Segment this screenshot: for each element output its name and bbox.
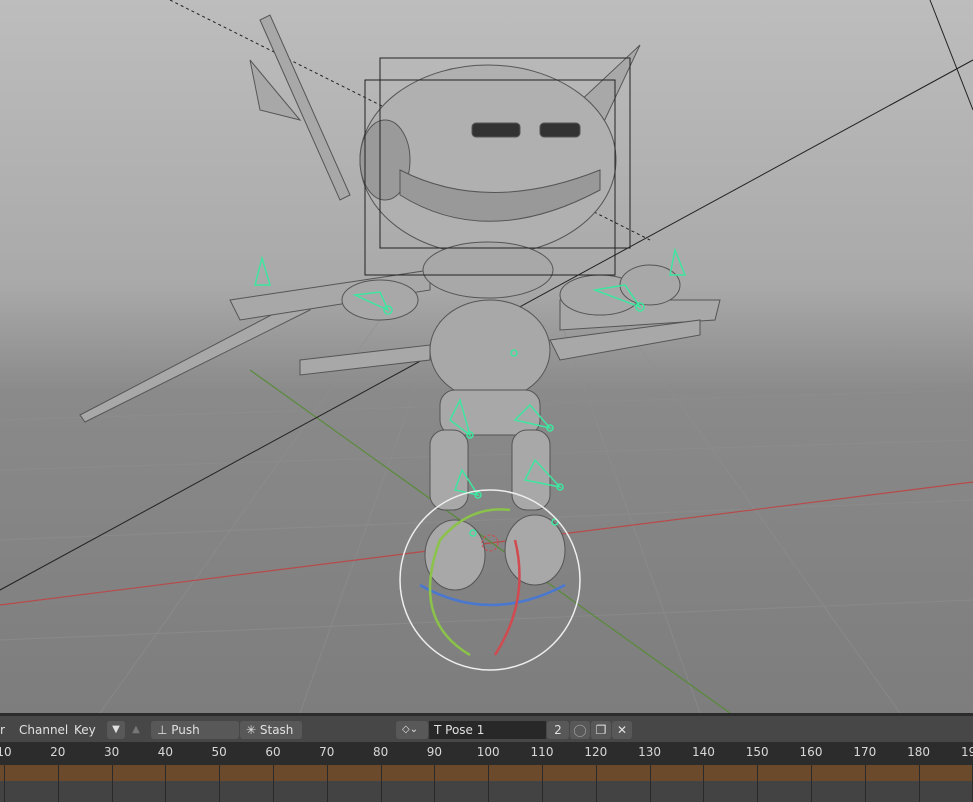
user-count[interactable]: 2 <box>547 721 569 739</box>
nla-header: r Channel Key ▼ ▲ ⊥ Push Down ✳ Stash ◇⌄… <box>0 713 973 755</box>
move-up-icon[interactable]: ▲ <box>129 721 143 739</box>
stash-button[interactable]: ✳ Stash <box>240 721 302 739</box>
frame-gridline <box>4 765 5 802</box>
frame-tick-label: 120 <box>584 745 608 759</box>
frame-tick-label: 150 <box>745 745 769 759</box>
frame-ruler[interactable]: 10 20 30 40 50 60 70 80 90 100 110 120 130 140 150 160 1… <box>0 742 973 765</box>
push-down-icon: ⊥ <box>157 723 172 737</box>
fake-user-shield-icon[interactable]: ◯ <box>570 721 590 739</box>
frame-gridline <box>542 765 543 802</box>
frame-tick-label: 130 <box>638 745 662 759</box>
frame-gridline <box>165 765 167 802</box>
x-axis-line <box>0 481 973 606</box>
frame-tick-label: 10 <box>0 745 12 759</box>
menu-key[interactable]: Key <box>74 721 96 739</box>
frame-gridline <box>434 765 436 802</box>
frame-gridline <box>918 765 920 802</box>
frame-gridline <box>111 765 113 802</box>
frame-tick-label: 30 <box>103 745 120 759</box>
action-strip[interactable] <box>0 765 973 781</box>
action-name-field[interactable]: T Pose 1 <box>429 721 546 739</box>
frame-tick-label: 20 <box>50 745 66 759</box>
move-down-icon[interactable]: ▼ <box>107 721 125 739</box>
frame-tick-label: 170 <box>853 745 877 759</box>
frame-gridline <box>757 765 759 802</box>
frame-tick-label: 50 <box>211 745 227 759</box>
action-browse-icon[interactable]: ◇⌄ <box>396 721 428 739</box>
menu-item[interactable]: r <box>0 721 5 739</box>
frame-tick-label: 190 <box>960 745 973 759</box>
nla-track-area[interactable] <box>0 781 973 802</box>
frame-gridline <box>649 765 651 802</box>
frame-gridline <box>595 765 597 802</box>
frame-gridline <box>326 765 328 802</box>
scene <box>0 0 973 713</box>
menu-channel[interactable]: Channel <box>19 721 68 739</box>
snowflake-icon: ✳ <box>246 723 260 737</box>
frame-gridline <box>57 765 59 802</box>
frame-tick-label: 160 <box>799 745 823 759</box>
duplicate-icon[interactable]: ❐ <box>591 721 611 739</box>
frame-tick-label: 140 <box>691 745 715 759</box>
frame-tick-label: 80 <box>372 745 389 759</box>
frame-tick-label: 110 <box>530 745 554 759</box>
close-icon[interactable]: ✕ <box>612 721 632 739</box>
frame-tick-label: 100 <box>476 745 500 759</box>
character <box>79 14 721 591</box>
frame-gridline <box>703 765 705 802</box>
3d-viewport[interactable] <box>0 0 973 713</box>
push-down-button[interactable]: ⊥ Push Down <box>151 721 239 755</box>
frame-tick-label: 180 <box>907 745 931 759</box>
frame-gridline <box>273 765 274 802</box>
frame-tick-label: 70 <box>319 745 335 759</box>
frame-gridline <box>219 765 221 802</box>
stash-label: Stash <box>259 723 294 737</box>
frame-gridline <box>864 765 866 802</box>
frame-tick-label: 40 <box>157 745 174 759</box>
frame-gridline <box>488 765 490 802</box>
frame-gridline <box>380 765 382 802</box>
frame-tick-label: 60 <box>265 745 281 759</box>
frame-gridline <box>811 765 812 802</box>
frame-tick-label: 90 <box>426 745 443 759</box>
